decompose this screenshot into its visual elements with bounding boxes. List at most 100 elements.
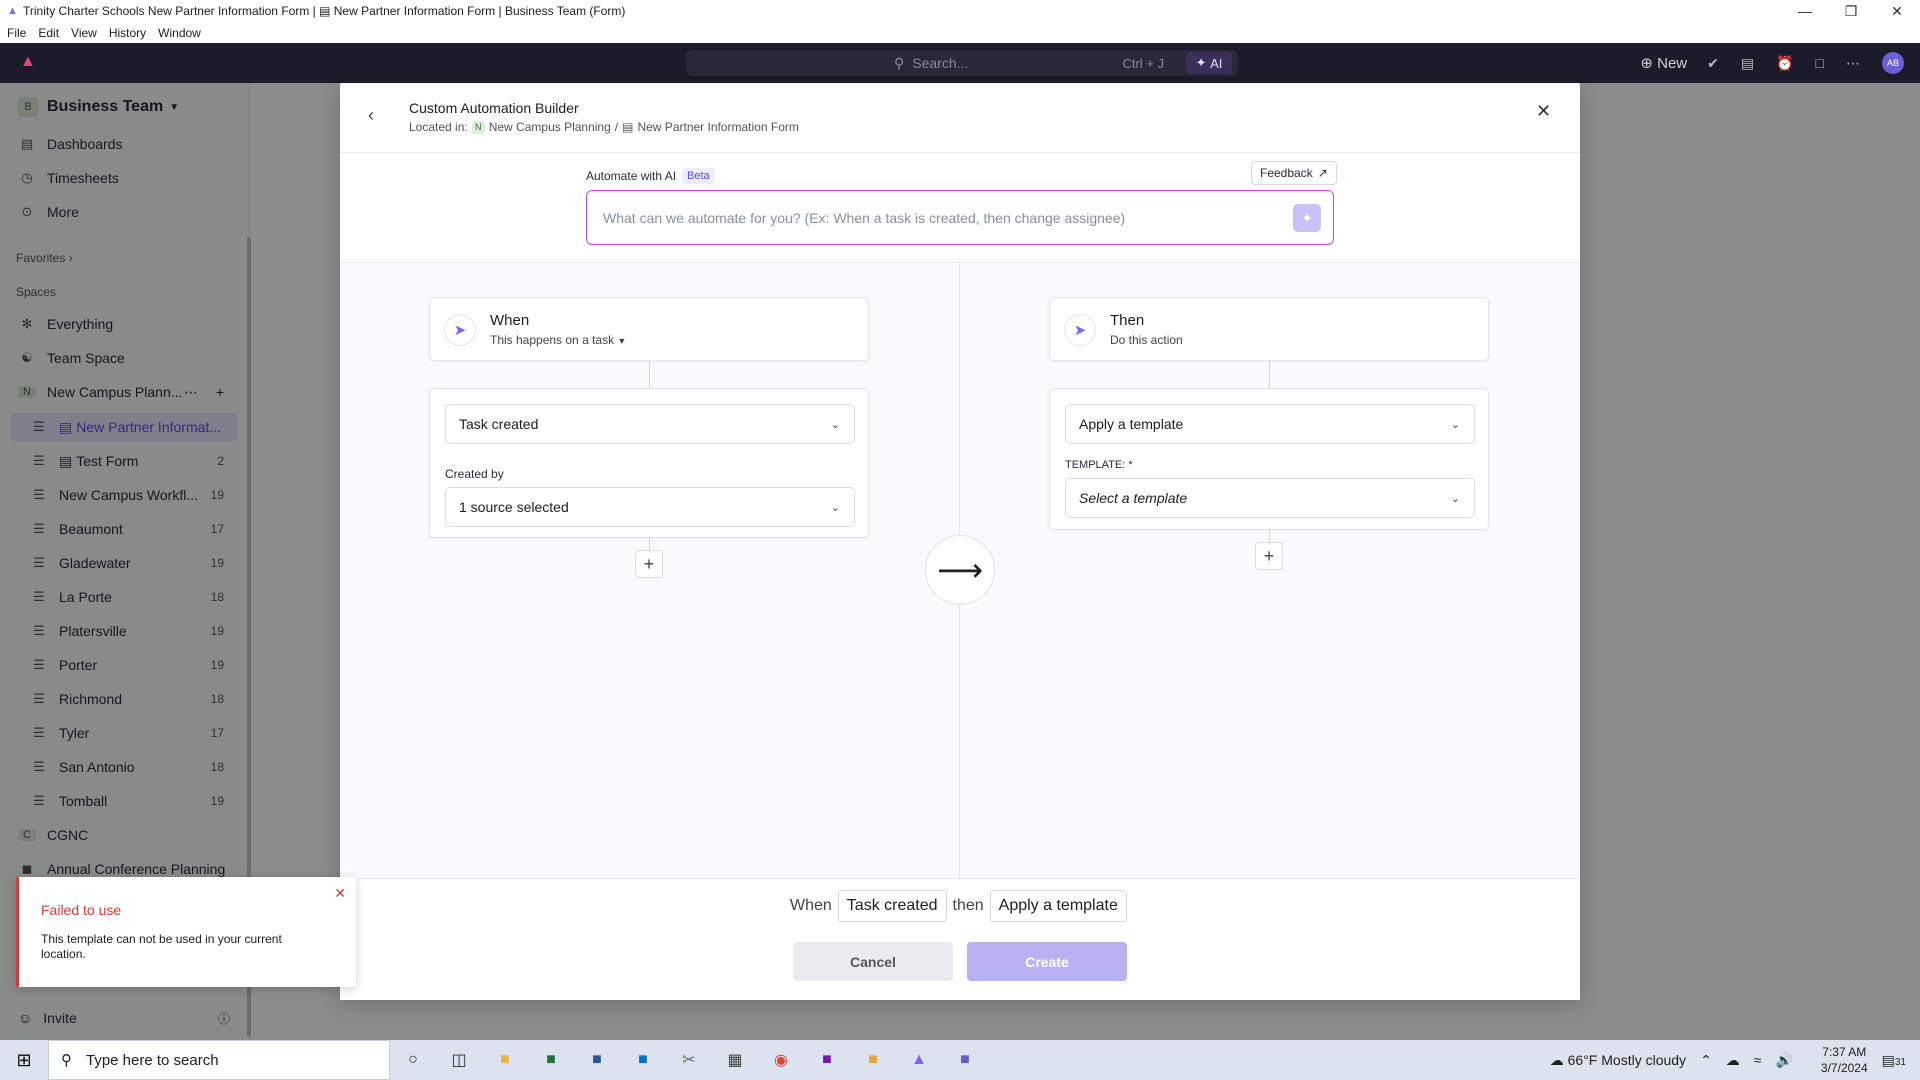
- summary-then: then: [952, 897, 984, 914]
- search-icon: ⚲: [61, 1052, 72, 1069]
- windows-start-icon[interactable]: ⊞: [0, 1040, 48, 1080]
- summary-trigger-pill: Task created: [837, 890, 947, 922]
- ai-prompt-placeholder: What can we automate for you? (Ex: When …: [603, 209, 1126, 226]
- taskbar-search[interactable]: ⚲ Type here to search: [48, 1040, 390, 1080]
- word-icon[interactable]: ■: [574, 1040, 620, 1080]
- calculator-icon[interactable]: ▦: [712, 1040, 758, 1080]
- avatar[interactable]: AB: [1882, 52, 1904, 74]
- ai-label-text: Automate with AI: [586, 169, 677, 183]
- notifications-icon[interactable]: ▤31: [1882, 1052, 1906, 1069]
- template-select[interactable]: Select a template ⌄: [1065, 478, 1475, 518]
- alarm-icon[interactable]: ⏰: [1776, 55, 1793, 72]
- clock-date: 3/7/2024: [1820, 1061, 1868, 1075]
- menu-file[interactable]: File: [7, 26, 26, 40]
- chevron-down-icon: ▼: [617, 336, 627, 346]
- document-icon[interactable]: □: [1816, 55, 1824, 71]
- location-breadcrumb: Located in: N New Campus Planning / ▤ Ne…: [409, 120, 799, 134]
- clock-time: 7:37 AM: [1822, 1045, 1867, 1059]
- file-explorer-icon[interactable]: ■: [482, 1040, 528, 1080]
- when-title: When: [490, 312, 530, 329]
- header-divider: [340, 152, 1580, 153]
- menu-view[interactable]: View: [71, 26, 97, 40]
- create-button[interactable]: Create: [967, 942, 1127, 981]
- minimize-icon[interactable]: —: [1782, 0, 1828, 22]
- wifi-icon[interactable]: ≈: [1754, 1052, 1762, 1068]
- onenote-icon[interactable]: ■: [804, 1040, 850, 1080]
- menu-window[interactable]: Window: [158, 26, 201, 40]
- tray-chevron-up-icon[interactable]: ⌃: [1700, 1052, 1712, 1069]
- notepad-icon[interactable]: ▤: [1741, 55, 1754, 72]
- snipping-tool-icon[interactable]: ✂: [666, 1040, 712, 1080]
- new-button[interactable]: ⊕ New: [1640, 54, 1687, 72]
- clickup-logo-icon: ➤: [444, 314, 476, 346]
- chrome-icon[interactable]: ◉: [758, 1040, 804, 1080]
- sparkle-icon: ✦: [1195, 55, 1211, 70]
- menu-edit[interactable]: Edit: [38, 26, 59, 40]
- then-title: Then: [1110, 312, 1145, 329]
- action-value: Apply a template: [1079, 416, 1184, 432]
- then-plus-connector: [1269, 530, 1270, 542]
- when-plus-connector: [649, 538, 650, 550]
- beta-badge: Beta: [682, 168, 715, 184]
- sparkle-send-icon[interactable]: ✦: [1293, 204, 1321, 232]
- location-prefix: Located in:: [409, 120, 468, 134]
- ai-button[interactable]: ✦ AI: [1186, 52, 1232, 74]
- app-logo-icon: ▲: [7, 5, 18, 17]
- sticky-notes-icon[interactable]: ■: [850, 1040, 896, 1080]
- notification-count: 31: [1894, 1056, 1906, 1068]
- automate-with-ai-label: Automate with AI Beta: [586, 168, 715, 184]
- app-top-bar: ▲ ⚲ Search... Ctrl + J ✦ AI ⊕ New ✔ ▤ ⏰ …: [0, 43, 1920, 83]
- summary-sentence: When Task created then Apply a template: [790, 890, 1133, 922]
- created-by-value: 1 source selected: [459, 499, 569, 515]
- form-icon: ▤: [622, 120, 634, 134]
- weather-widget[interactable]: ☁ 66°F Mostly cloudy: [1550, 1052, 1686, 1069]
- close-icon[interactable]: ✕: [334, 885, 346, 902]
- outlook-icon[interactable]: ■: [620, 1040, 666, 1080]
- excel-icon[interactable]: ■: [528, 1040, 574, 1080]
- back-icon[interactable]: ‹: [368, 105, 374, 126]
- created-by-select[interactable]: 1 source selected ⌄: [445, 487, 855, 527]
- add-action-button[interactable]: +: [1255, 542, 1283, 570]
- taskbar-clock[interactable]: 7:37 AM 3/7/2024: [1821, 1044, 1868, 1076]
- window-title-bar: ▲ Trinity Charter Schools New Partner In…: [0, 0, 1920, 22]
- external-link-icon: ↗: [1317, 166, 1328, 180]
- menu-history[interactable]: History: [109, 26, 146, 40]
- clickup-logo-icon[interactable]: ▲: [20, 53, 36, 73]
- volume-icon[interactable]: 🔊: [1775, 1052, 1792, 1069]
- task-view-icon[interactable]: ◫: [436, 1040, 482, 1080]
- when-connector: [649, 361, 650, 389]
- global-search[interactable]: ⚲ Search... Ctrl + J: [686, 50, 1238, 76]
- when-subtitle[interactable]: This happens on a task ▼: [490, 333, 626, 347]
- add-condition-button[interactable]: +: [635, 550, 663, 578]
- close-icon[interactable]: ✕: [1536, 101, 1551, 122]
- location-list[interactable]: New Partner Information Form: [637, 120, 798, 134]
- then-header-card: ➤ Then Do this action: [1049, 297, 1489, 361]
- ai-prompt-input[interactable]: What can we automate for you? (Ex: When …: [586, 190, 1334, 245]
- feedback-button[interactable]: Feedback ↗: [1251, 161, 1337, 185]
- then-connector: [1269, 361, 1270, 389]
- action-select[interactable]: Apply a template ⌄: [1065, 404, 1475, 444]
- close-window-icon[interactable]: ✕: [1874, 0, 1920, 22]
- automation-builder-modal: ‹ Custom Automation Builder Located in: …: [340, 83, 1580, 1000]
- automation-summary-footer: When Task created then Apply a template …: [340, 878, 1580, 1000]
- menu-bar: File Edit View History Window: [0, 22, 1920, 43]
- weather-text: 66°F Mostly cloudy: [1567, 1051, 1687, 1068]
- teams-icon[interactable]: ■: [942, 1040, 988, 1080]
- search-shortcut: Ctrl + J: [1122, 55, 1164, 71]
- trigger-select[interactable]: Task created ⌄: [445, 404, 855, 444]
- when-header-card[interactable]: ➤ When This happens on a task ▼: [429, 297, 869, 361]
- summary-action-pill: Apply a template: [989, 890, 1127, 922]
- location-space[interactable]: New Campus Planning: [489, 120, 611, 134]
- arrow-right-icon: ⟶: [925, 535, 995, 605]
- trigger-card: Task created ⌄ Created by 1 source selec…: [429, 388, 869, 538]
- onedrive-icon[interactable]: ☁: [1726, 1052, 1740, 1069]
- cancel-button[interactable]: Cancel: [793, 942, 953, 981]
- chevron-down-icon: ⌄: [830, 501, 840, 514]
- restore-icon[interactable]: ❐: [1828, 0, 1874, 22]
- apps-grid-icon[interactable]: ⋯: [1846, 55, 1860, 72]
- check-circle-icon[interactable]: ✔: [1707, 55, 1719, 72]
- windows-taskbar: ⊞ ⚲ Type here to search ○ ◫ ■ ■ ■ ■ ✂ ▦ …: [0, 1040, 1920, 1080]
- clickup-taskbar-icon[interactable]: ▲: [896, 1040, 942, 1080]
- chevron-down-icon: ⌄: [830, 418, 840, 431]
- cortana-icon[interactable]: ○: [390, 1040, 436, 1080]
